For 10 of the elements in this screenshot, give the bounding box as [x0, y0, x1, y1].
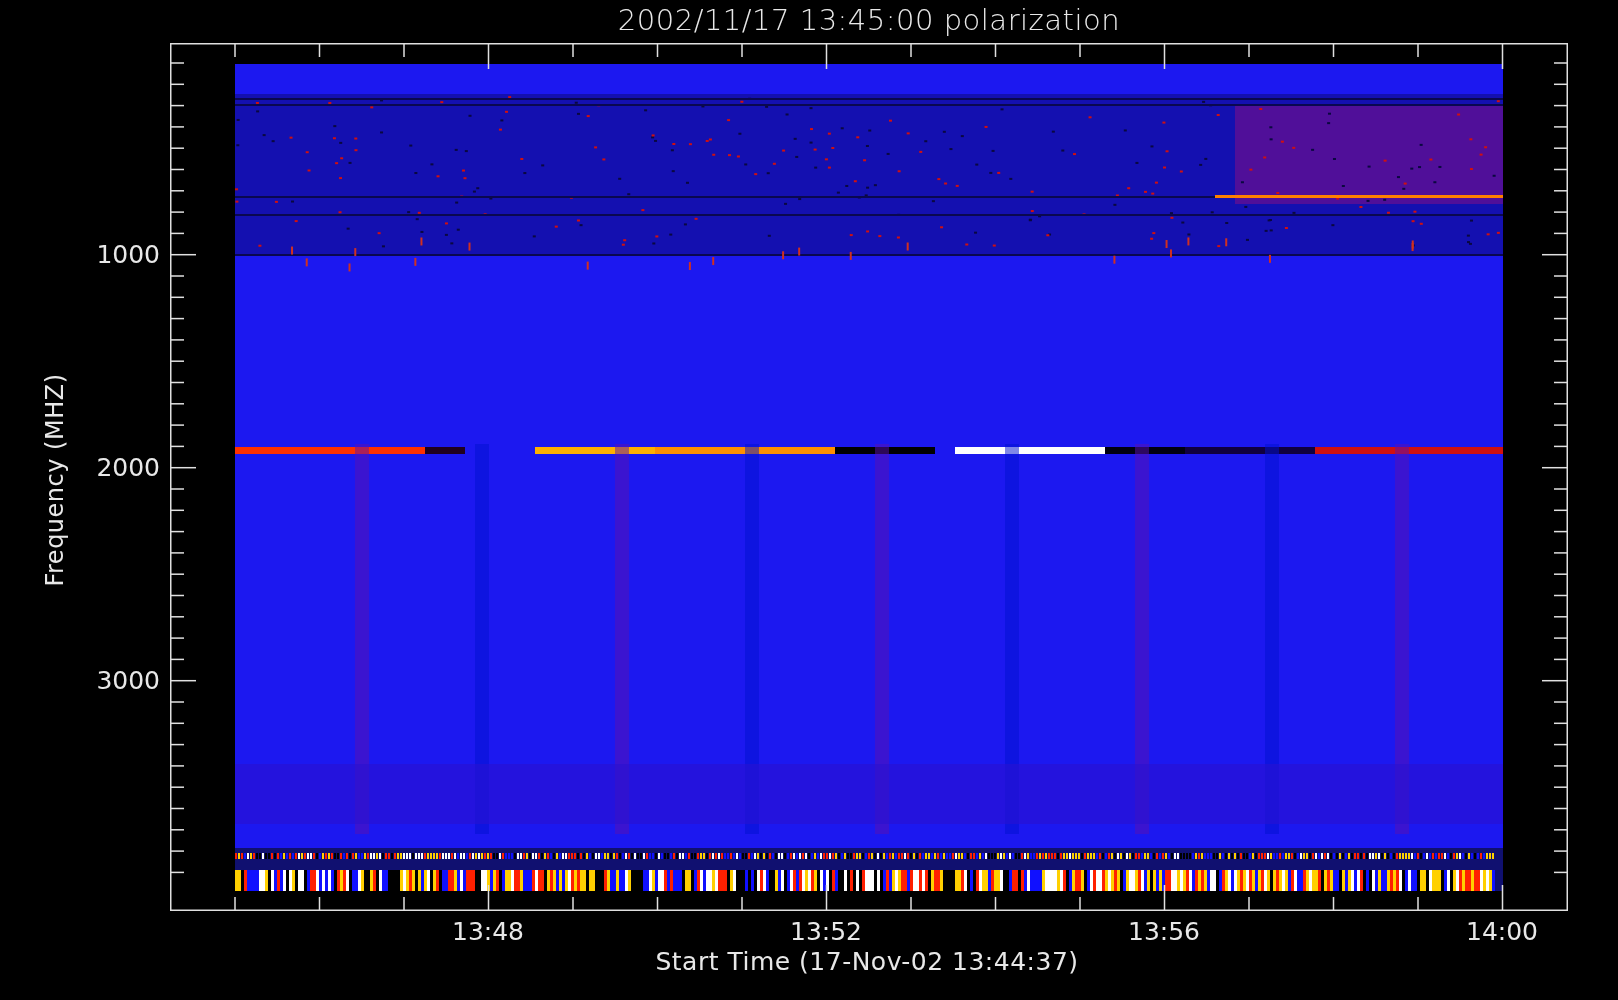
x-axis-label: Start Time (17-Nov-02 13:44:37)	[655, 947, 1079, 976]
y-tick-label: 3000	[96, 665, 160, 695]
x-tick-label: 14:00	[1466, 917, 1538, 946]
y-tick-label: 1000	[96, 239, 160, 269]
x-tick-label: 13:48	[452, 917, 524, 946]
plot-title: 2002/11/17 13:45:00 polarization	[616, 2, 1122, 39]
x-tick-label: 13:52	[790, 917, 862, 946]
y-tick-label: 2000	[96, 452, 160, 482]
y-axis-label: Frequency (MHZ)	[41, 373, 69, 587]
x-tick-label: 13:56	[1128, 917, 1200, 946]
